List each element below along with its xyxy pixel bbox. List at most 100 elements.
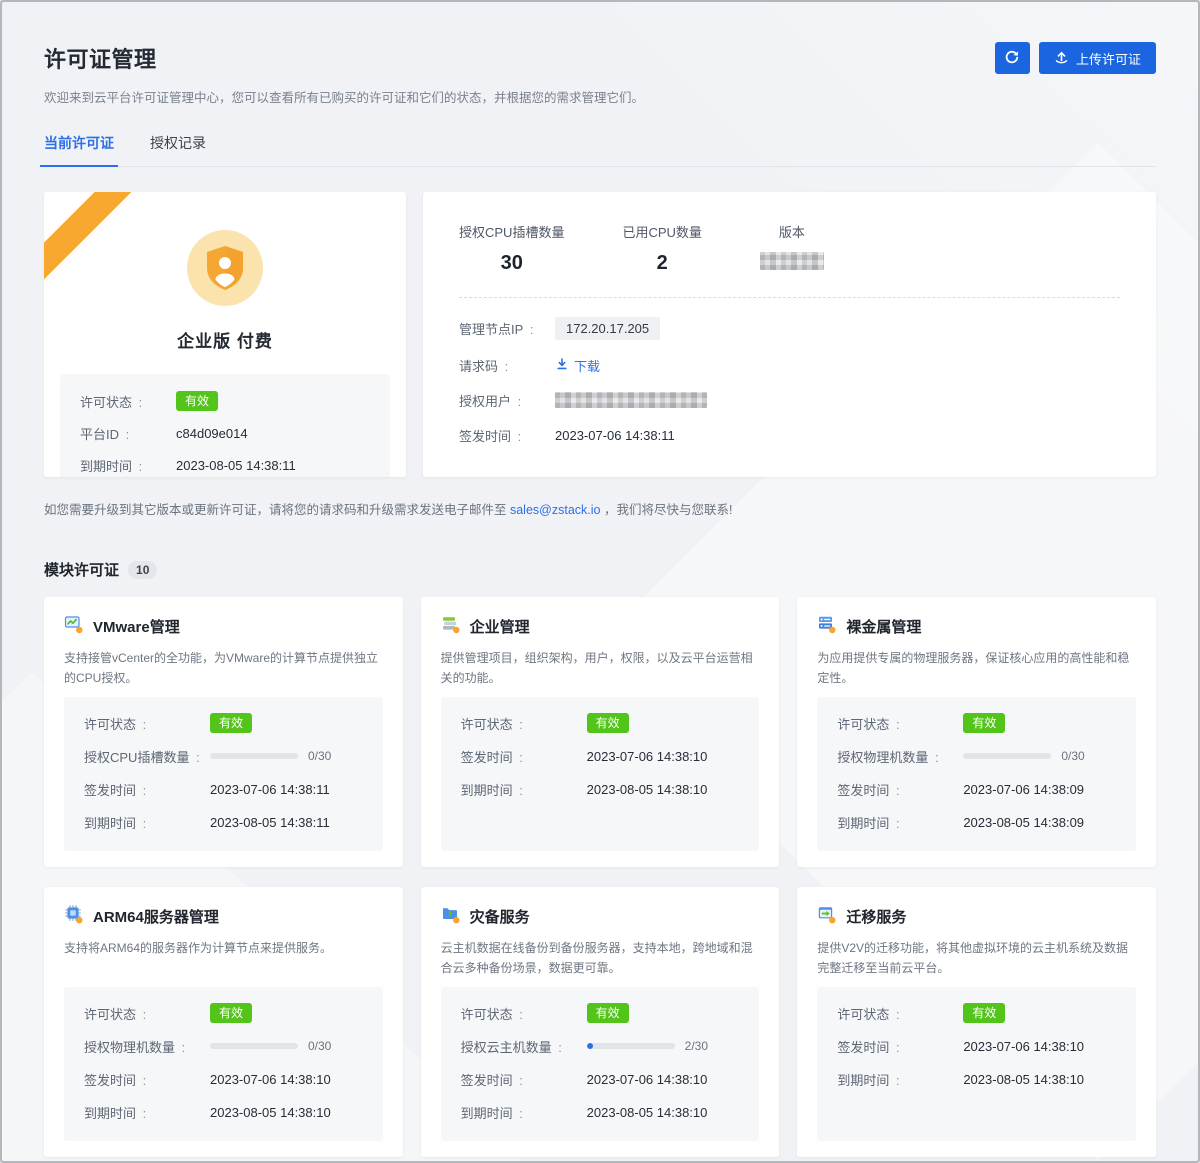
- tab-auth-records[interactable]: 授权记录: [150, 133, 206, 166]
- module-description: 提供管理项目，组织架构，用户，权限，以及云平台运营相关的功能。: [441, 648, 760, 689]
- row-value: 2023-07-06 14:38:09: [963, 782, 1084, 797]
- info-row: 授权云主机数量2/30: [461, 1036, 740, 1056]
- row-value: 2023-07-06 14:38:11: [555, 428, 675, 443]
- module-info-box: 许可状态有效授权CPU插槽数量0/30签发时间2023-07-06 14:38:…: [64, 697, 383, 851]
- row-label: 签发时间: [84, 780, 210, 799]
- row-label: 到期时间: [84, 813, 210, 832]
- stat-value: [760, 252, 824, 276]
- module-info-box: 许可状态有效签发时间2023-07-06 14:38:10 到期时间2023-08…: [817, 987, 1136, 1141]
- row-value: 0/30: [210, 749, 331, 763]
- progress-bar: [210, 1043, 298, 1049]
- status-badge: 有效: [176, 391, 218, 411]
- module-title: VMware管理: [93, 616, 180, 637]
- row-value: 有效: [587, 713, 629, 733]
- row-label: 到期时间: [84, 1103, 210, 1122]
- row-label: 到期时间: [80, 456, 176, 475]
- info-row: 平台IDc84d09e014: [80, 423, 370, 443]
- row-label: 请求码: [459, 356, 555, 375]
- refresh-icon: [1004, 49, 1020, 68]
- row-value: 2023-07-06 14:38:10: [587, 1072, 708, 1087]
- row-label: 平台ID: [80, 424, 176, 443]
- info-row: 许可状态有效: [461, 1003, 740, 1023]
- row-label: 签发时间: [84, 1070, 210, 1089]
- info-row: 到期时间2023-08-05 14:38:10: [84, 1102, 363, 1122]
- info-row: 签发时间2023-07-06 14:38:10: [461, 746, 740, 766]
- status-badge: 有效: [963, 1003, 1005, 1023]
- module-description: 支持接管vCenter的全功能，为VMware的计算节点提供独立的CPU授权。: [64, 648, 383, 689]
- row-label: 到期时间: [837, 813, 963, 832]
- module-info-box: 许可状态有效授权物理机数量0/30签发时间2023-07-06 14:38:10…: [64, 987, 383, 1141]
- row-value: 下载: [555, 356, 600, 375]
- license-management-page: 许可证管理 上传许可证 欢迎来到云平台许可证管理中心，您可以查看所有已购买的许可…: [0, 0, 1200, 1163]
- vmware-icon: [64, 614, 84, 639]
- row-value: 2023-08-05 14:38:10: [963, 1072, 1084, 1087]
- module-section-title: 模块许可证: [44, 559, 119, 580]
- row-value: 有效: [176, 391, 218, 411]
- row-value: 2023-07-06 14:38:10: [587, 749, 708, 764]
- row-value: 2023-08-05 14:38:11: [176, 458, 296, 473]
- row-label: 授权物理机数量: [84, 1037, 210, 1056]
- row-label: 签发时间: [837, 1037, 963, 1056]
- license-stat: 授权CPU插槽数量 30: [459, 222, 564, 276]
- info-row: 到期时间2023-08-05 14:38:09: [837, 812, 1116, 832]
- note-text: ，我们将尽快与您联系!: [600, 503, 732, 517]
- row-label: 签发时间: [459, 426, 555, 445]
- module-title: 企业管理: [470, 616, 530, 637]
- row-value: 0/30: [210, 1039, 331, 1053]
- row-value: 有效: [210, 713, 252, 733]
- enterprise-icon: [441, 614, 461, 639]
- module-title: 裸金属管理: [846, 616, 921, 637]
- row-value: 2/30: [587, 1039, 708, 1053]
- info-row: 签发时间2023-07-06 14:38:10: [837, 1036, 1116, 1056]
- module-license-card: ARM64服务器管理支持将ARM64的服务器作为计算节点来提供服务。许可状态有效…: [44, 887, 403, 1157]
- tab-current-license[interactable]: 当前许可证: [44, 133, 114, 166]
- stat-value: 30: [459, 252, 564, 275]
- upload-license-button[interactable]: 上传许可证: [1039, 42, 1156, 74]
- module-card-header: 裸金属管理: [817, 614, 1136, 639]
- row-label: 许可状态: [84, 714, 210, 733]
- download-icon: [555, 357, 569, 374]
- module-description: 提供V2V的迁移功能，将其他虚拟环境的云主机系统及数据完整迁移至当前云平台。: [817, 938, 1136, 979]
- info-row: 到期时间2023-08-05 14:38:10: [461, 1102, 740, 1122]
- row-label: 管理节点IP: [459, 319, 555, 338]
- sales-email-link[interactable]: sales@zstack.io: [510, 503, 601, 517]
- module-title: 迁移服务: [846, 906, 906, 927]
- corner-ribbon: [44, 192, 137, 286]
- info-row: 到期时间2023-08-05 14:38:10: [837, 1069, 1116, 1089]
- license-stat: 已用CPU数量2: [622, 222, 701, 276]
- row-label: 签发时间: [461, 1070, 587, 1089]
- upload-icon: [1054, 49, 1069, 67]
- module-card-header: 灾备服务: [441, 904, 760, 929]
- license-shield-icon: [187, 230, 263, 306]
- download-link-label: 下载: [574, 356, 600, 375]
- row-label: 许可状态: [80, 392, 176, 411]
- info-row: 许可状态有效: [837, 713, 1116, 733]
- status-badge: 有效: [587, 1003, 629, 1023]
- stat-value: 2: [622, 252, 701, 275]
- page-subtitle: 欢迎来到云平台许可证管理中心，您可以查看所有已购买的许可证和它们的状态，并根据您…: [44, 87, 1156, 106]
- refresh-button[interactable]: [995, 42, 1030, 74]
- row-value: 有效: [210, 1003, 252, 1023]
- stat-label: 授权CPU插槽数量: [459, 222, 564, 241]
- row-value: 有效: [587, 1003, 629, 1023]
- info-row: 许可状态有效: [837, 1003, 1116, 1023]
- status-badge: 有效: [210, 713, 252, 733]
- download-link[interactable]: 下载: [555, 356, 600, 375]
- info-row: 请求码下载: [459, 355, 1120, 375]
- row-value: 2023-07-06 14:38:11: [210, 782, 330, 797]
- row-value: 2023-08-05 14:38:10: [210, 1105, 331, 1120]
- license-detail-card: 授权CPU插槽数量30已用CPU数量2版本 管理节点IP172.20.17.20…: [423, 192, 1156, 477]
- module-info-box: 许可状态有效签发时间2023-07-06 14:38:10到期时间2023-08…: [441, 697, 760, 851]
- progress-fill: [587, 1043, 593, 1049]
- row-value: 有效: [963, 713, 1005, 733]
- progress-bar: [587, 1043, 675, 1049]
- info-row: 许可状态有效: [84, 713, 363, 733]
- current-license-card: 企业版 付费 许可状态有效平台IDc84d09e014到期时间2023-08-0…: [44, 192, 406, 477]
- upgrade-note: 如您需要升级到其它版本或更新许可证，请将您的请求码和升级需求发送电子邮件至 sa…: [44, 499, 1156, 518]
- info-row: 授权物理机数量0/30: [84, 1036, 363, 1056]
- row-value: 2023-08-05 14:38:10: [587, 782, 708, 797]
- module-title: ARM64服务器管理: [93, 906, 219, 927]
- module-license-card: 灾备服务云主机数据在线备份到备份服务器，支持本地，跨地域和混合云多种备份场景，数…: [421, 887, 780, 1157]
- tab-bar: 当前许可证 授权记录: [44, 133, 1156, 167]
- page-title: 许可证管理: [44, 42, 157, 74]
